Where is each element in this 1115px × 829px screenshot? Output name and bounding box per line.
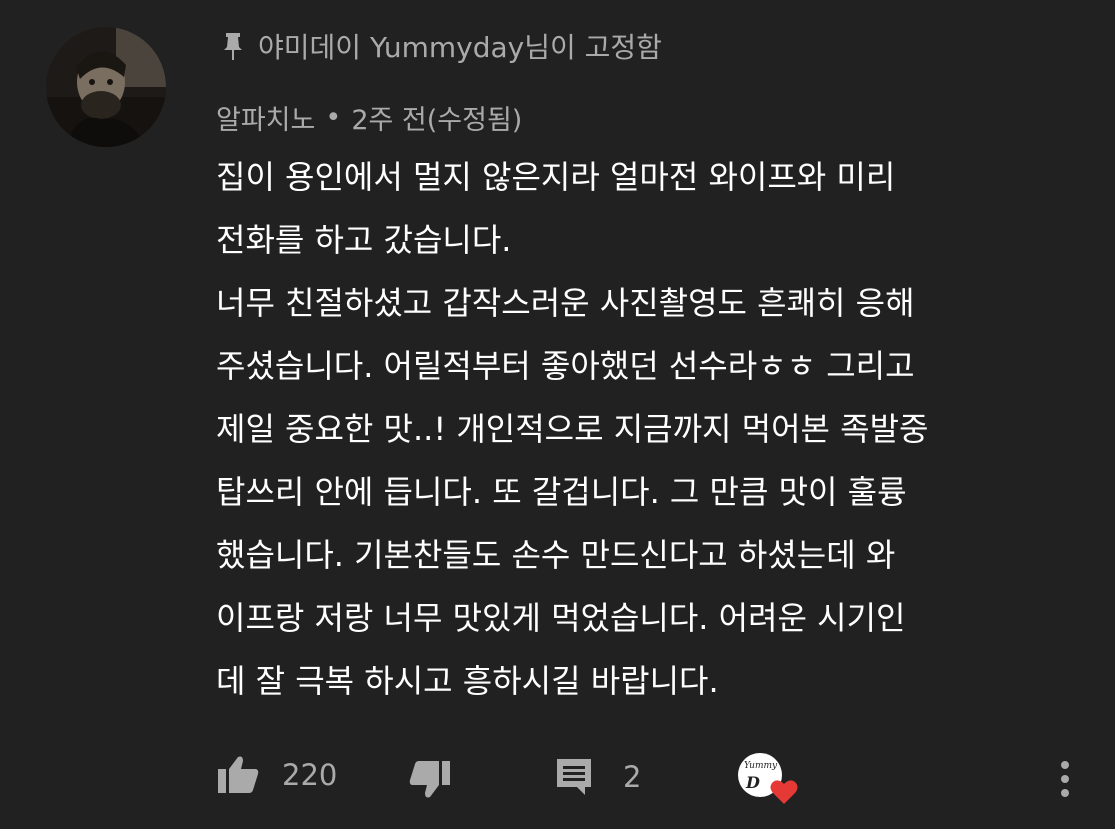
thumbs-up-icon: [218, 756, 259, 793]
comment-actions: 220 2 Yummy D: [0, 745, 1115, 815]
comment-line: 제일 중요한 맛..! 개인적으로 지금까지 먹어본 족발중: [216, 410, 929, 448]
like-count: 220: [282, 758, 338, 792]
more-vert-icon: [1061, 761, 1069, 797]
logo-text-big: D: [746, 773, 760, 792]
comment-line: 데 잘 극복 하시고 흥하시길 바랍니다.: [216, 662, 719, 700]
avatar-image: [46, 27, 166, 147]
comment-meta: 알파치노 • 2주 전(수정됨): [216, 95, 522, 139]
comment-line: 탑쓰리 안에 듭니다. 또 갈겁니다. 그 만큼 맛이 훌륭: [216, 473, 907, 511]
comment-line: 이프랑 저랑 너무 맛있게 먹었습니다. 어려운 시기인: [216, 599, 906, 637]
comment-thread: 야미데이 Yummyday님이 고정함 알파치노 • 2주 전(수정됨) 집이 …: [0, 0, 1115, 829]
comment-line: 했습니다. 기본찬들도 손수 만드신다고 하셨는데 와: [216, 536, 896, 574]
thumbs-down-icon: [409, 761, 450, 798]
comment-line: 주셨습니다. 어릴적부터 좋아했던 선수라ㅎㅎ 그리고: [216, 347, 915, 385]
creator-heart-badge: Yummy D: [738, 753, 798, 804]
comment-line: 너무 친절하셨고 갑작스러운 사진촬영도 흔쾌히 응해: [216, 284, 915, 322]
dislike-button[interactable]: [408, 759, 452, 799]
pinned-label: 야미데이 Yummyday님이 고정함: [222, 24, 662, 68]
avatar[interactable]: [46, 27, 166, 147]
pinned-text: 야미데이 Yummyday님이 고정함: [258, 31, 662, 64]
pin-icon: [222, 31, 244, 61]
comment-time[interactable]: 2주 전(수정됨): [351, 98, 522, 137]
comment-icon: [557, 759, 591, 795]
comment-line: 전화를 하고 갔습니다.: [216, 221, 512, 259]
meta-separator: •: [325, 101, 342, 133]
reply-count: 2: [623, 760, 642, 794]
like-button[interactable]: 220: [216, 755, 337, 795]
heart-icon: [770, 780, 798, 804]
logo-text-small: Yummy: [744, 761, 778, 771]
comment-body: 집이 용인에서 멀지 않은지라 얼마전 와이프와 미리 전화를 하고 갔습니다.…: [216, 146, 1086, 713]
reply-button[interactable]: 2: [555, 757, 641, 797]
more-options-button[interactable]: [1058, 759, 1072, 799]
author-name[interactable]: 알파치노: [216, 98, 315, 137]
comment-line: 집이 용인에서 멀지 않은지라 얼마전 와이프와 미리: [216, 158, 896, 196]
channel-logo: Yummy D: [738, 753, 798, 804]
